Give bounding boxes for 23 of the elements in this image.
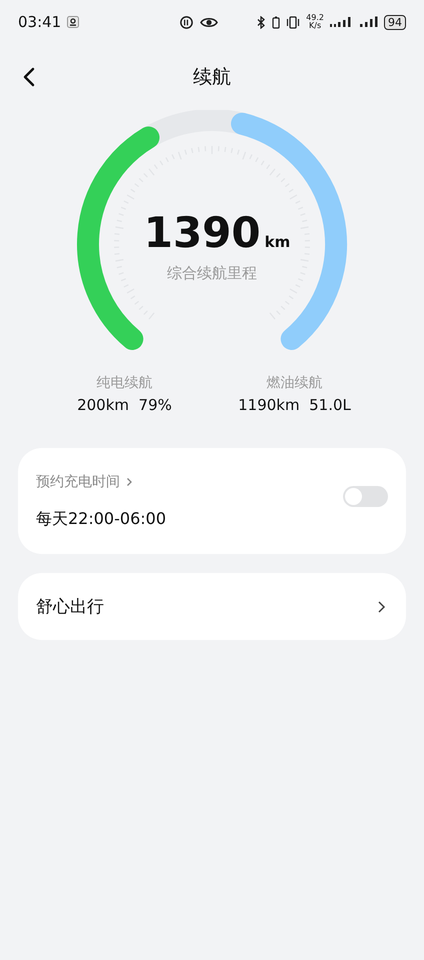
vibrate-icon — [286, 16, 300, 28]
eye-icon — [200, 16, 218, 28]
bluetooth-icon — [257, 16, 266, 28]
total-range: 1390 — [144, 208, 261, 258]
electric-range-label: 纯电续航 — [96, 374, 152, 392]
status-time: 03:41 — [18, 13, 62, 31]
network-speed: 49.2 K/s — [306, 14, 324, 30]
back-icon[interactable] — [22, 67, 36, 87]
battery-saver-icon — [272, 16, 280, 28]
chevron-icon — [377, 600, 386, 614]
fuel-range-value: 1190km 51.0L — [238, 396, 351, 414]
battery-level: 94 — [384, 14, 406, 30]
chevron-icon — [126, 476, 133, 486]
schedule-toggle[interactable] — [343, 486, 388, 506]
electric-range-value: 200km 79% — [77, 396, 172, 414]
range-unit: km — [264, 233, 290, 251]
notification-icon — [67, 16, 80, 28]
gauge-caption: 综合续航里程 — [167, 264, 257, 283]
signal-icon — [360, 16, 378, 28]
comfort-travel-row[interactable]: 舒心出行 — [18, 573, 406, 640]
fuel-range-label: 燃油续航 — [266, 374, 322, 392]
schedule-time: 每天22:00-06:00 — [36, 508, 166, 530]
page-title: 续航 — [193, 65, 231, 90]
